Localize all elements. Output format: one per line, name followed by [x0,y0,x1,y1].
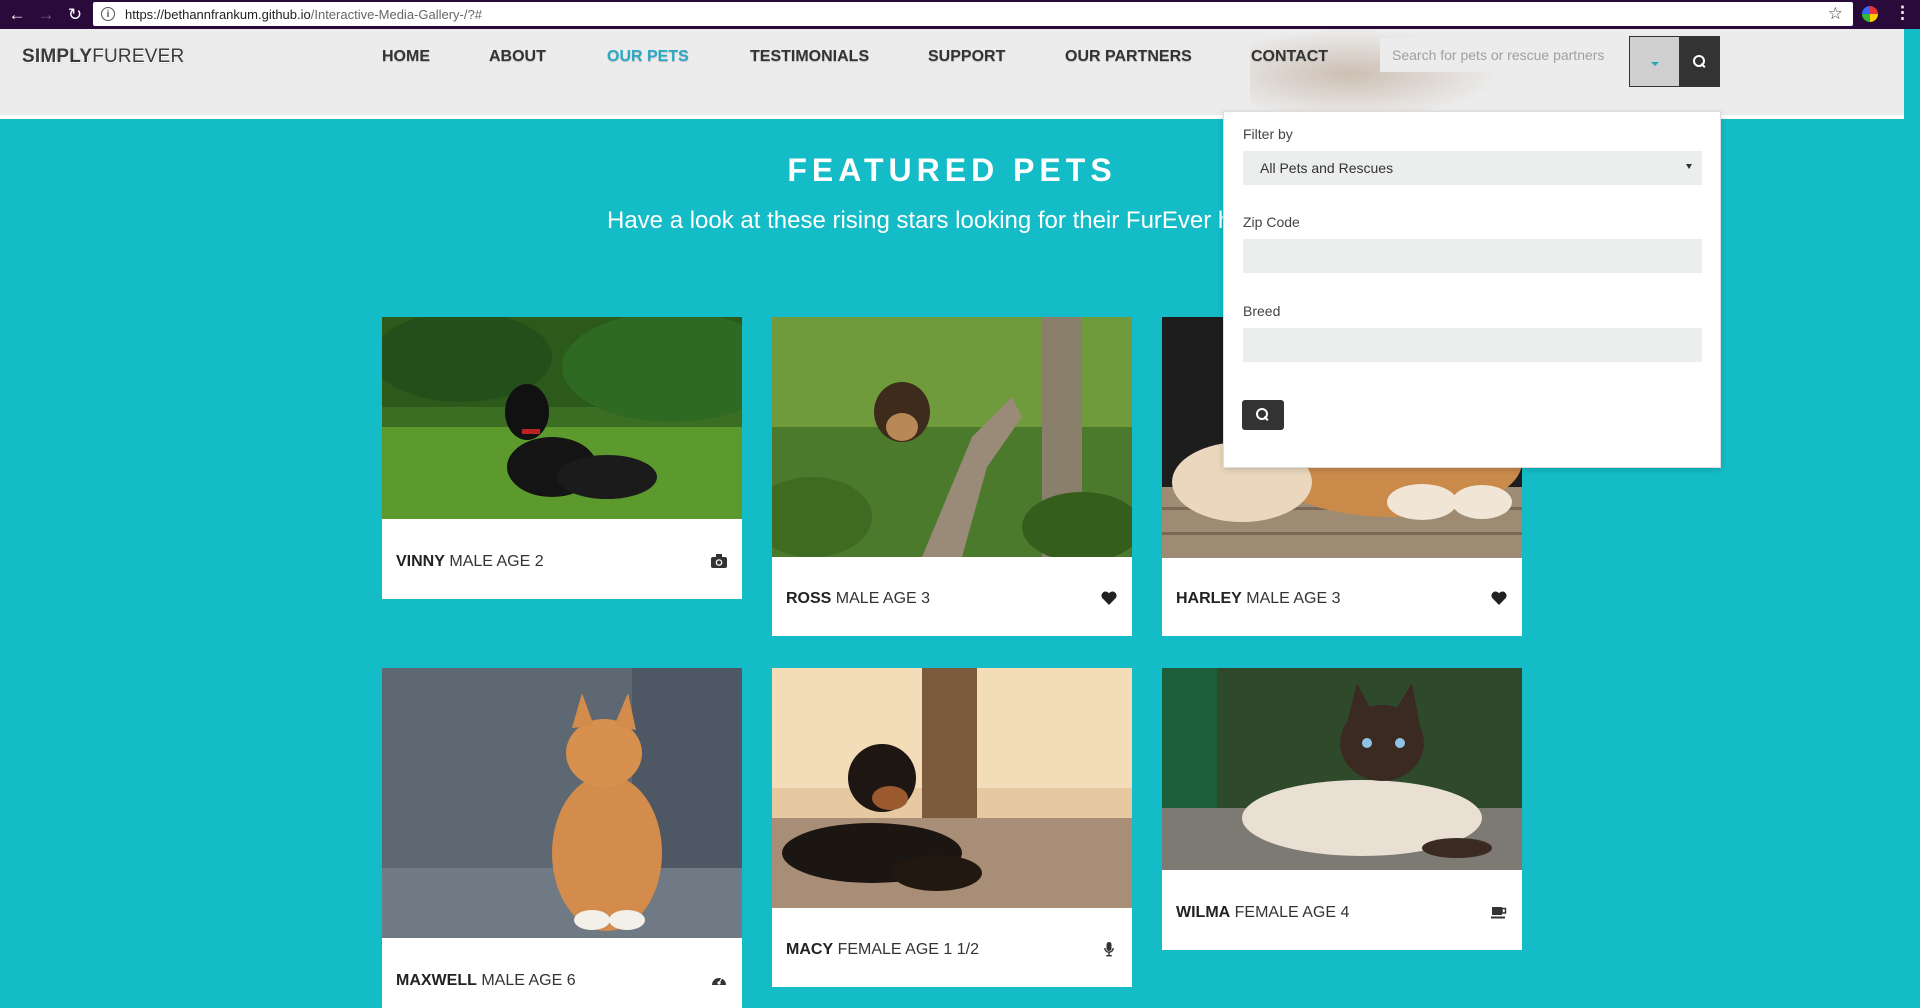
filter-search-button[interactable] [1242,400,1284,430]
heart-icon[interactable] [1100,590,1118,606]
microphone-icon[interactable] [1100,941,1118,957]
filter-by-label: Filter by [1243,126,1293,142]
pet-photo[interactable] [772,668,1132,908]
logo-bold-text: SIMPLY [22,46,93,67]
breed-label: Breed [1243,303,1281,319]
heart-icon[interactable] [1490,590,1508,606]
pet-details: MALE AGE 6 [481,972,576,989]
pet-photo[interactable] [752,317,1142,562]
select-arrow-icon [1686,164,1692,169]
pet-name: VINNY [396,553,445,570]
browser-toolbar: ← → ↻ i https://bethannfrankum.github.io… [0,0,1920,29]
coffee-cup-icon[interactable] [1490,904,1508,920]
nav-home[interactable]: HOME [382,48,430,66]
filter-toggle-button[interactable] [1629,36,1680,87]
back-arrow-icon[interactable]: ← [5,3,29,27]
caret-down-icon [1650,61,1659,66]
pet-details: MALE AGE 3 [835,590,931,607]
filter-select[interactable]: All Pets and Rescues [1243,151,1702,185]
pet-caption: ROSS MALE AGE 3 [786,590,930,608]
filter-dropdown: Filter by All Pets and Rescues Zip Code … [1223,111,1721,468]
search-icon [1256,408,1270,422]
pet-caption: MAXWELL MALE AGE 6 [396,972,576,990]
forward-arrow-icon[interactable]: → [34,3,58,27]
pet-details: FEMALE AGE 1 1/2 [837,941,979,958]
pet-card-macy[interactable]: MACY FEMALE AGE 1 1/2 [772,668,1132,987]
pet-photo[interactable] [372,312,782,519]
bookmark-star-icon[interactable]: ☆ [1828,4,1843,24]
pet-name: MACY [786,941,834,958]
pet-caption: MACY FEMALE AGE 1 1/2 [786,941,979,959]
page-viewport: FEATURED PETS Have a look at these risin… [0,29,1904,1008]
info-icon[interactable]: i [101,7,115,21]
logo-light-text: FUREVER [92,46,185,67]
pet-name: MAXWELL [396,972,477,989]
url-path: /Interactive-Media-Gallery-/?# [310,6,482,22]
pet-card-wilma[interactable]: WILMA FEMALE AGE 4 [1162,668,1522,950]
nav-our-pets[interactable]: OUR PETS [607,48,689,66]
breed-field[interactable] [1243,328,1702,362]
pet-caption: VINNY MALE AGE 2 [396,553,544,571]
extension-icon[interactable] [1862,6,1878,22]
featured-subtitle: Have a look at these rising stars lookin… [607,207,1278,234]
dashboard-icon[interactable] [710,972,728,988]
nav-support[interactable]: SUPPORT [928,48,1005,66]
zip-code-label: Zip Code [1243,214,1300,230]
browser-menu-icon[interactable]: ⋮ [1894,3,1911,23]
address-bar[interactable]: i https://bethannfrankum.github.io/Inter… [93,2,1853,26]
nav-about[interactable]: ABOUT [489,48,546,66]
search-button[interactable] [1680,36,1720,87]
pet-card-maxwell[interactable]: MAXWELL MALE AGE 6 [382,668,742,1008]
pet-details: FEMALE AGE 4 [1234,904,1350,921]
pet-name: ROSS [786,590,832,607]
zip-code-field[interactable] [1243,239,1702,273]
pet-card-ross[interactable]: ROSS MALE AGE 3 [752,317,1142,636]
pet-card-vinny[interactable]: VINNY MALE AGE 2 [372,312,782,599]
pet-photo[interactable] [382,668,742,938]
camera-icon[interactable] [710,553,728,569]
pet-photo[interactable] [1162,668,1522,870]
nav-our-partners[interactable]: OUR PARTNERS [1065,48,1192,66]
pet-caption: WILMA FEMALE AGE 4 [1176,904,1349,922]
pet-name: WILMA [1176,904,1231,921]
filter-select-value: All Pets and Rescues [1260,160,1394,176]
pet-details: MALE AGE 3 [1246,590,1341,607]
site-header: SIMPLYFUREVER HOME ABOUT OUR PETS TESTIM… [0,29,1904,119]
nav-testimonials[interactable]: TESTIMONIALS [750,48,869,66]
reload-icon[interactable]: ↻ [63,3,87,27]
search-icon [1693,54,1707,69]
pet-caption: HARLEY MALE AGE 3 [1176,590,1341,608]
pet-details: MALE AGE 2 [449,553,544,570]
search-input[interactable] [1380,38,1629,72]
url-host: https://bethannfrankum.github.io [125,6,311,22]
site-logo[interactable]: SIMPLYFUREVER [22,46,184,68]
pet-name: HARLEY [1176,590,1242,607]
nav-contact[interactable]: CONTACT [1251,48,1328,66]
